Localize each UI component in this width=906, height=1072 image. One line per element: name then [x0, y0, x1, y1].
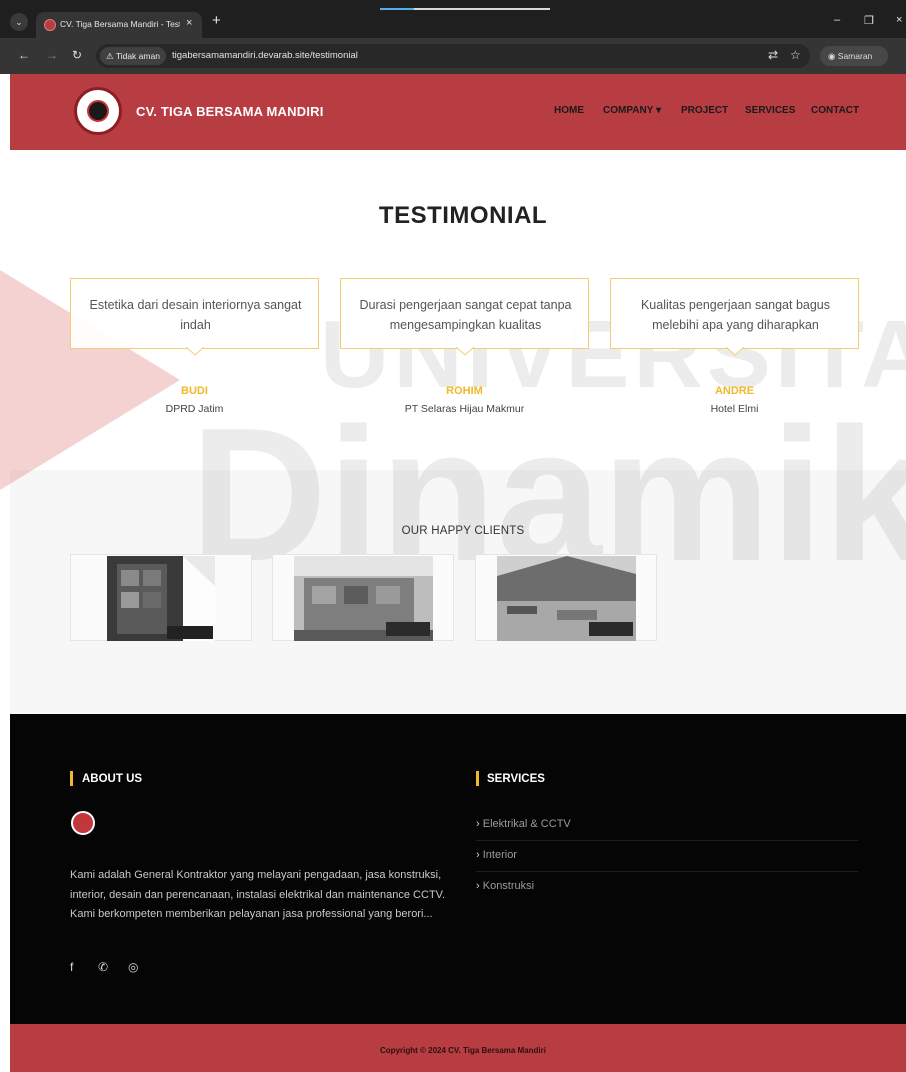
incognito-profile-chip[interactable]: ◉ Samaran: [820, 46, 888, 66]
clients-title: OUR HAPPY CLIENTS: [401, 525, 525, 537]
new-tab-button[interactable]: +: [212, 13, 221, 28]
back-arrow-icon[interactable]: ←: [18, 48, 30, 62]
testimonial-name: ANDRE: [714, 385, 755, 397]
chevron-right-icon: ›: [476, 849, 480, 861]
about-title-accent: [70, 771, 73, 786]
about-title: ABOUT US: [82, 773, 143, 785]
testimonial-name: BUDI: [181, 385, 208, 397]
client-photo: [294, 556, 433, 641]
company-logo[interactable]: [74, 87, 122, 135]
instagram-icon[interactable]: ◎: [128, 960, 138, 974]
logo-helmet-icon: [87, 100, 109, 122]
whatsapp-icon[interactable]: ✆: [98, 960, 108, 974]
page-title: TESTIMONIAL: [378, 202, 548, 229]
card-pointer: [186, 347, 204, 356]
restore-button[interactable]: ❐: [864, 14, 874, 27]
security-chip[interactable]: ⚠ Tidak aman: [100, 47, 166, 65]
url-text[interactable]: tigabersamamandiri.devarab.site/testimon…: [172, 50, 358, 61]
nav-home[interactable]: HOME: [554, 105, 584, 116]
client-photo: [107, 556, 215, 641]
service-link[interactable]: › Interior: [476, 840, 858, 871]
testimonial-role: Hotel Elmi: [710, 403, 759, 415]
site-header: CV. TIGA BERSAMA MANDIRI HOME COMPANY ▾ …: [10, 74, 906, 150]
close-window-button[interactable]: ×: [896, 14, 902, 26]
testimonial-quote: Estetika dari desain interiornya sangat …: [89, 298, 302, 332]
copyright-text: Copyright © 2024 CV. Tiga Bersama Mandir…: [380, 1046, 546, 1055]
testimonial-card: Estetika dari desain interiornya sangat …: [70, 278, 319, 349]
about-text: Kami adalah General Kontraktor yang mela…: [70, 869, 446, 920]
client-card[interactable]: [475, 554, 657, 641]
testimonial-quote: Kualitas pengerjaan sangat bagus melebih…: [640, 298, 831, 332]
profile-label: Samaran: [837, 51, 873, 61]
service-link[interactable]: › Konstruksi: [476, 871, 858, 902]
services-title-accent: [476, 771, 479, 786]
tab-search-chevron-icon[interactable]: ⌄: [10, 13, 28, 31]
minimize-button[interactable]: –: [834, 14, 840, 26]
browser-tab[interactable]: CV. Tiga Bersama Mandiri - Test ×: [36, 12, 202, 38]
facebook-icon[interactable]: f: [70, 960, 73, 974]
testimonial-card: Kualitas pengerjaan sangat bagus melebih…: [610, 278, 859, 349]
service-label: Interior: [482, 849, 517, 861]
reload-icon[interactable]: ↻: [72, 48, 82, 62]
tab-load-indicator: [380, 8, 414, 10]
browser-toolbar: ← → ↻ ⚠ Tidak aman tigabersamamandiri.de…: [0, 38, 906, 74]
nav-company[interactable]: COMPANY ▾: [603, 105, 661, 116]
bookmark-star-icon[interactable]: ☆: [790, 48, 801, 62]
forward-arrow-icon[interactable]: →: [46, 48, 58, 62]
client-card[interactable]: [70, 554, 252, 641]
tab-strip-highlight: [414, 8, 550, 10]
testimonial-role: DPRD Jatim: [165, 403, 224, 415]
nav-contact[interactable]: CONTACT: [811, 105, 859, 116]
tab-close-icon[interactable]: ×: [186, 17, 192, 29]
card-pointer: [456, 347, 474, 356]
client-photo: [497, 556, 636, 641]
service-label: Konstruksi: [482, 880, 535, 892]
security-label: Tidak aman: [115, 51, 160, 61]
brand-name[interactable]: CV. TIGA BERSAMA MANDIRI: [136, 104, 324, 119]
testimonial-name: ROHIM: [446, 385, 483, 397]
address-bar[interactable]: ⚠ Tidak aman tigabersamamandiri.devarab.…: [96, 44, 810, 68]
testimonial-quote: Durasi pengerjaan sangat cepat tanpa men…: [359, 298, 572, 332]
chevron-right-icon: ›: [476, 818, 480, 830]
nav-services[interactable]: SERVICES: [745, 105, 795, 116]
client-card[interactable]: [272, 554, 454, 641]
translate-icon[interactable]: ⇄: [768, 48, 778, 62]
card-pointer: [726, 347, 744, 356]
service-label: Elektrikal & CCTV: [482, 818, 571, 830]
service-link[interactable]: › Elektrikal & CCTV: [476, 809, 858, 840]
browser-tab-bar: ⌄ CV. Tiga Bersama Mandiri - Test × + – …: [0, 0, 906, 38]
testimonial-card: Durasi pengerjaan sangat cepat tanpa men…: [340, 278, 589, 349]
testimonial-role: PT Selaras Hijau Makmur: [404, 403, 525, 415]
footer-logo: [71, 811, 95, 835]
nav-project[interactable]: PROJECT: [681, 105, 728, 116]
tab-favicon-icon: [44, 19, 56, 31]
chevron-right-icon: ›: [476, 880, 480, 892]
services-title: SERVICES: [487, 773, 545, 785]
tab-title: CV. Tiga Bersama Mandiri - Test: [60, 19, 180, 29]
